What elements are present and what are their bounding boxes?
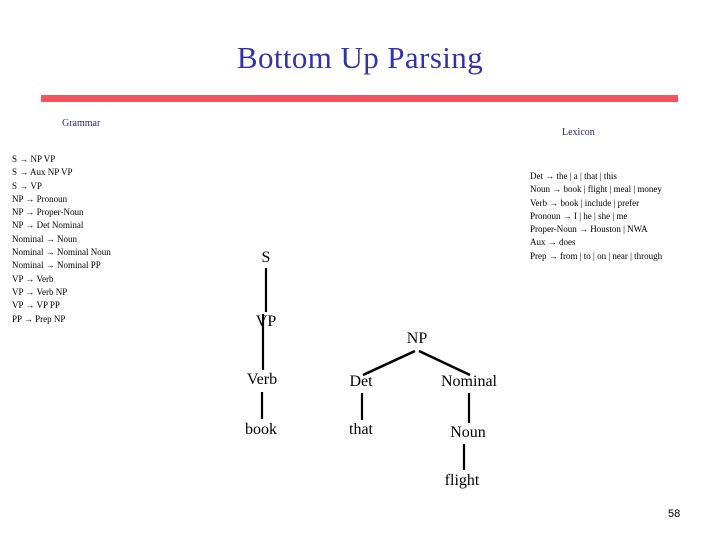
lexicon-rule: Noun → book | flight | meal | money	[530, 184, 662, 195]
tree-node-verb: Verb	[246, 371, 278, 388]
title-divider-rule	[41, 95, 678, 102]
page-number: 58	[668, 508, 681, 520]
lexicon-rule: Proper-Noun → Houston | NWA	[530, 224, 648, 235]
grammar-rule: NP → Det Nominal	[12, 220, 84, 231]
page-title: Bottom Up Parsing	[236, 40, 484, 75]
lexicon-rule: Aux → does	[530, 237, 576, 248]
lexicon-section-label: Lexicon	[562, 127, 595, 138]
grammar-rule: S → Aux NP VP	[12, 167, 73, 178]
edge-np-nominal	[418, 349, 471, 377]
grammar-rule: NP → Proper-Noun	[12, 207, 84, 218]
lexicon-rule: Det → the | a | that | this	[530, 171, 617, 181]
grammar-rule: Nominal → Nominal Noun	[12, 247, 111, 258]
tree-leaf-book: book	[245, 421, 277, 438]
tree-node-noun: Noun	[450, 424, 486, 441]
lexicon-rule: Pronoun → I | he | she | me	[530, 210, 628, 221]
grammar-rule: Nominal → Noun	[12, 233, 77, 244]
tree-node-nominal: Nominal	[441, 373, 497, 390]
tree-leaf-that: that	[349, 421, 373, 438]
grammar-rule: VP → Verb NP	[12, 286, 68, 297]
grammar-rule: Nominal → Nominal PP	[12, 260, 101, 271]
slide-canvas: Bottom Up Parsing Grammar Lexicon S → NP…	[0, 0, 720, 540]
grammar-rule: S → VP	[12, 180, 42, 191]
edge-np-det	[362, 349, 416, 377]
grammar-section-label: Grammar	[62, 118, 101, 129]
lexicon-rule-list: Det → the | a | that | this Noun → book …	[530, 170, 662, 263]
tree-node-np: NP	[406, 330, 428, 347]
grammar-rule-list: S → NP VP S → Aux NP VP S → VP NP → Pron…	[12, 153, 111, 326]
grammar-rule: NP → Pronoun	[12, 193, 68, 204]
grammar-rule: PP → Prep NP	[12, 313, 66, 324]
grammar-rule: S → NP VP	[12, 154, 56, 164]
grammar-rule: VP → Verb	[12, 273, 54, 284]
tree-node-s: S	[261, 249, 271, 266]
tree-leaf-flight: flight	[444, 472, 480, 489]
lexicon-rule: Prep → from | to | on | near | through	[530, 250, 663, 261]
grammar-rule: VP → VP PP	[12, 300, 60, 311]
tree-node-vp: VP	[255, 313, 277, 330]
lexicon-rule: Verb → book | include | prefer	[530, 197, 640, 208]
tree-node-det: Det	[349, 373, 373, 390]
